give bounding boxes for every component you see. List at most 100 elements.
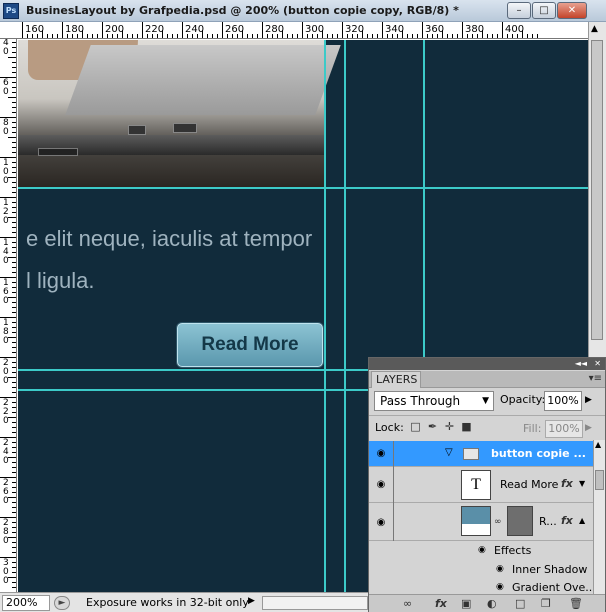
chevron-down-icon[interactable]: ▽ [445, 447, 453, 458]
ruler-tick [12, 292, 16, 293]
ruler-label: 60 [3, 78, 9, 97]
horizontal-scrollbar[interactable] [262, 596, 368, 610]
divider [369, 415, 605, 416]
ruler-tick [12, 327, 16, 328]
visibility-eye-icon[interactable]: ◉ [478, 545, 486, 555]
ruler-tick [342, 22, 343, 38]
ruler-tick [417, 34, 418, 38]
ruler-tick [427, 34, 428, 38]
effect-gradient-overlay[interactable]: Gradient Ove... [512, 581, 596, 594]
title-bar[interactable]: Ps BusinesLayout by Grafpedia.psd @ 200%… [0, 0, 606, 22]
ruler-tick [12, 162, 16, 163]
scroll-thumb[interactable] [591, 40, 603, 340]
visibility-eye-icon[interactable]: ◉ [374, 479, 388, 491]
effect-inner-shadow[interactable]: Inner Shadow [512, 563, 587, 576]
port-image [38, 148, 78, 156]
maximize-button[interactable]: □ [532, 2, 556, 19]
chevron-up-icon[interactable]: ▲ [579, 516, 585, 525]
visibility-eye-icon[interactable]: ◉ [496, 582, 504, 592]
ruler-tick [62, 22, 63, 38]
new-group-icon[interactable]: □ [515, 597, 525, 610]
opacity-input[interactable]: 100% [544, 391, 582, 411]
ruler-tick [372, 34, 373, 38]
ruler-tick [202, 30, 203, 38]
layers-panel[interactable]: ◄◄ ✕ LAYERS ▾≡ Pass Through ▼ Opacity: 1… [368, 357, 606, 612]
fx-icon[interactable]: fx [561, 514, 573, 527]
status-menu-icon[interactable]: ▶ [248, 596, 255, 606]
minimize-button[interactable]: – [507, 2, 531, 19]
ruler-label: 100 [3, 158, 9, 186]
ruler-tick [12, 342, 16, 343]
scroll-thumb[interactable] [595, 470, 604, 490]
guide-vertical[interactable] [344, 40, 346, 592]
ruler-tick [307, 34, 308, 38]
collapse-icon[interactable]: ◄◄ [575, 358, 587, 370]
ruler-label: 140 [3, 238, 9, 266]
fill-slider-icon[interactable]: ▶ [585, 423, 592, 433]
status-info-icon[interactable]: ► [54, 596, 70, 610]
status-message[interactable]: Exposure works in 32-bit only [86, 596, 249, 609]
add-mask-icon[interactable]: ▣ [461, 597, 471, 610]
blend-mode-select[interactable]: Pass Through ▼ [374, 391, 494, 411]
ruler-tick [12, 87, 16, 88]
ruler-tick [12, 532, 16, 533]
visibility-eye-icon[interactable]: ◉ [374, 517, 388, 529]
ruler-tick [12, 212, 16, 213]
opacity-label: Opacity: [500, 393, 546, 406]
ruler-tick [292, 34, 293, 38]
read-more-button[interactable]: Read More [177, 323, 323, 367]
ruler-tick [12, 492, 16, 493]
layer-row-group[interactable]: ◉ ▽ button copie ... [369, 441, 595, 467]
layer-row-shape[interactable]: ◉ ∞ R... fx ▲ [369, 503, 595, 541]
zoom-field[interactable]: 200% [2, 595, 50, 611]
fx-icon[interactable]: fx [561, 477, 573, 490]
ruler-tick [8, 337, 16, 338]
ruler-tick [27, 34, 28, 38]
scroll-up-icon[interactable]: ▲ [591, 24, 598, 34]
adjustment-layer-icon[interactable]: ◐ [487, 597, 497, 610]
layer-row-text[interactable]: ◉ T Read More fx ▼ [369, 467, 595, 503]
ruler-label: 280 [3, 518, 9, 546]
link-layers-icon[interactable]: ∞ [403, 597, 412, 610]
text-layer-thumb: T [461, 470, 491, 500]
scroll-up-icon[interactable]: ▲ [595, 440, 601, 449]
ruler-tick [22, 22, 23, 38]
ruler-tick [442, 30, 443, 38]
layers-scrollbar[interactable]: ▲ [593, 440, 605, 594]
lock-all-icon[interactable]: ■ [460, 420, 473, 433]
visibility-eye-icon[interactable]: ◉ [374, 448, 388, 460]
fx-icon[interactable]: fx [435, 597, 447, 610]
lock-image-icon[interactable]: ✒ [426, 420, 439, 433]
body-text-line-2: l ligula. [26, 268, 95, 293]
link-icon[interactable]: ∞ [494, 517, 502, 527]
horizontal-ruler[interactable]: 160 180 200 220 240 260 280 300 320 340 360 380 400 [0, 22, 588, 39]
port-image [173, 123, 197, 133]
panel-close-icon[interactable]: ✕ [594, 358, 601, 370]
fill-input[interactable]: 100% [545, 420, 583, 438]
opacity-slider-icon[interactable]: ▶ [585, 395, 592, 405]
ruler-tick [82, 30, 83, 38]
ruler-tick [532, 34, 533, 38]
guide-vertical[interactable] [324, 40, 326, 592]
guide-horizontal[interactable] [18, 187, 588, 189]
visibility-eye-icon[interactable]: ◉ [496, 564, 504, 574]
body-text: e elit neque, iaculis at tempor l ligula… [26, 218, 312, 302]
lock-position-icon[interactable]: ✛ [443, 420, 456, 433]
new-layer-icon[interactable]: ❐ [541, 597, 551, 610]
vertical-ruler[interactable]: 40 60 80 100 120 140 160 180 200 220 240 260 280 300 [0, 39, 17, 592]
ruler-tick [512, 34, 513, 38]
ruler-tick [12, 512, 16, 513]
ruler-tick [12, 552, 16, 553]
chevron-down-icon[interactable]: ▼ [579, 479, 585, 488]
tab-layers[interactable]: LAYERS [371, 371, 421, 388]
ruler-label: 300 [3, 558, 9, 586]
divider [393, 467, 394, 503]
close-button[interactable]: ✕ [557, 2, 587, 19]
panel-header[interactable]: ◄◄ ✕ [369, 358, 605, 370]
trash-icon[interactable]: 🗑 [569, 597, 583, 610]
ruler-tick [12, 242, 16, 243]
ruler-tick [252, 34, 253, 38]
panel-menu-icon[interactable]: ▾≡ [589, 373, 602, 384]
layer-name: Read More [500, 478, 559, 491]
lock-transparent-icon[interactable]: □ [409, 420, 422, 433]
